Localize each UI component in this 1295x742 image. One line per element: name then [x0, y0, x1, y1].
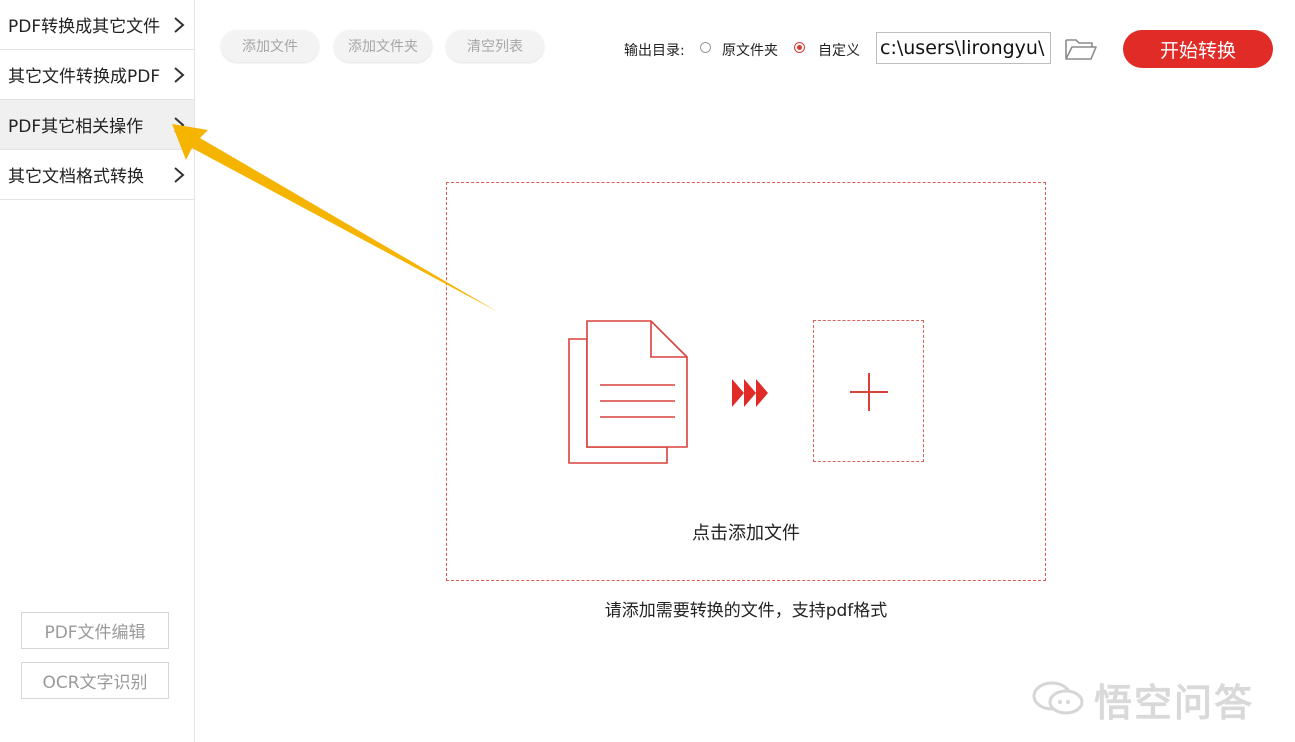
sidebar-item-label: PDF其它相关操作 [8, 117, 144, 137]
ocr-button[interactable]: OCR文字识别 [21, 662, 169, 699]
add-file-target[interactable] [813, 320, 924, 462]
file-drop-zone[interactable]: 点击添加文件 [446, 182, 1046, 581]
sidebar: PDF转换成其它文件 其它文件转换成PDF PDF其它相关操作 其它文档格式转换… [0, 0, 195, 742]
pdf-edit-button[interactable]: PDF文件编辑 [21, 612, 169, 649]
output-dir-label: 输出目录: [624, 43, 685, 59]
output-path-input[interactable] [876, 32, 1051, 64]
start-convert-button[interactable]: 开始转换 [1123, 30, 1273, 68]
watermark-logo-icon [1032, 681, 1084, 715]
plus-icon [850, 373, 888, 411]
sidebar-item-other-to-pdf[interactable]: 其它文件转换成PDF [0, 50, 194, 100]
sidebar-item-label: 其它文件转换成PDF [8, 67, 161, 87]
chevron-right-icon [174, 16, 185, 33]
clear-list-button[interactable]: 清空列表 [446, 30, 544, 62]
radio-original-folder[interactable] [700, 42, 711, 53]
document-icon [568, 320, 688, 464]
add-folder-button[interactable]: 添加文件夹 [334, 30, 432, 62]
annotation-arrow-icon [172, 124, 498, 312]
triple-arrow-icon [732, 379, 768, 407]
add-file-button[interactable]: 添加文件 [221, 30, 319, 62]
option-custom-label[interactable]: 自定义 [818, 40, 860, 60]
chevron-right-icon [174, 66, 185, 83]
sidebar-item-label: PDF转换成其它文件 [8, 17, 161, 37]
sidebar-item-pdf-other-ops[interactable]: PDF其它相关操作 [0, 100, 194, 150]
folder-open-icon[interactable] [1064, 36, 1098, 62]
click-add-file-text: 点击添加文件 [692, 523, 800, 544]
sidebar-item-other-doc-convert[interactable]: 其它文档格式转换 [0, 150, 194, 200]
option-original-folder-label[interactable]: 原文件夹 [722, 40, 778, 60]
sidebar-item-label: 其它文档格式转换 [8, 167, 144, 187]
radio-custom[interactable] [794, 42, 805, 53]
watermark-text: 悟空问答 [1094, 681, 1255, 725]
sidebar-item-pdf-to-other[interactable]: PDF转换成其它文件 [0, 0, 194, 50]
supported-format-hint: 请添加需要转换的文件，支持pdf格式 [604, 601, 888, 621]
